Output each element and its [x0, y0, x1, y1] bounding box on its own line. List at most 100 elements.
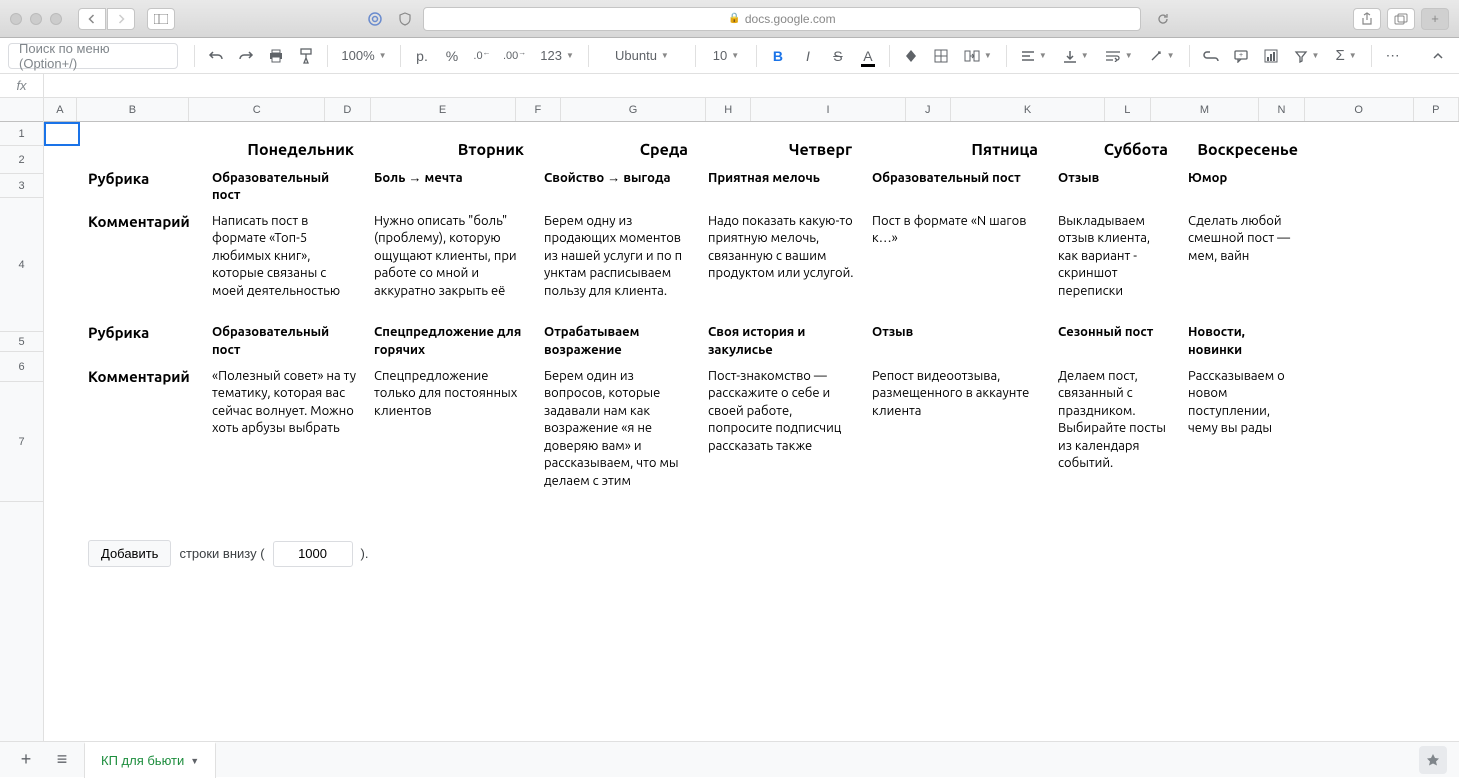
column-header[interactable]: C	[189, 98, 325, 121]
column-header[interactable]: M	[1151, 98, 1260, 121]
cell[interactable]: Образовательный пост	[864, 166, 1050, 209]
row-header[interactable]: 2	[0, 146, 43, 174]
column-header[interactable]: O	[1305, 98, 1414, 121]
insert-comment-button[interactable]: +	[1228, 43, 1254, 69]
cell[interactable]: Выкладываем отзыв клиента, как вариант -…	[1050, 209, 1180, 305]
tabs-button[interactable]	[1387, 8, 1415, 30]
merge-cells-dropdown[interactable]: ▼	[958, 43, 998, 69]
cell-label-rubric[interactable]: Рубрика	[80, 166, 204, 209]
active-cell-a1[interactable]	[44, 122, 80, 146]
explore-button[interactable]	[1419, 746, 1447, 774]
menu-search[interactable]: Поиск по меню (Option+/)	[8, 43, 178, 69]
filter-dropdown[interactable]: ▼	[1288, 43, 1326, 69]
grid-body[interactable]: A B C D E F G H I J K L M N O P Понедель…	[44, 98, 1459, 741]
cell[interactable]: Боль → мечта	[366, 166, 536, 209]
cell[interactable]: Рассказываем о новом поступлении, чему в…	[1180, 364, 1310, 495]
collapse-toolbar-button[interactable]	[1425, 43, 1451, 69]
cell[interactable]: Образовательный пост	[204, 320, 366, 363]
column-header[interactable]: D	[325, 98, 370, 121]
cell[interactable]: Юмор	[1180, 166, 1310, 209]
cell[interactable]: Спецпредложение только для постоянных кл…	[366, 364, 536, 495]
cell[interactable]: Свойство → выгода	[536, 166, 700, 209]
cell[interactable]: Надо показать какую-то приятную мелочь, …	[700, 209, 864, 305]
undo-button[interactable]	[203, 43, 229, 69]
row-header[interactable]: 4	[0, 198, 43, 332]
select-all-corner[interactable]	[0, 98, 43, 122]
minimize-window[interactable]	[30, 13, 42, 25]
cell[interactable]: Пост-знакомство — расскажите о себе и св…	[700, 364, 864, 495]
column-header[interactable]: B	[77, 98, 189, 121]
all-sheets-button[interactable]: ≡	[48, 746, 76, 774]
cell[interactable]: Написать пост в формате «Топ-5 любимых к…	[204, 209, 366, 305]
maximize-window[interactable]	[50, 13, 62, 25]
cell[interactable]: Новости, новинки	[1180, 320, 1310, 363]
cell-day-sun[interactable]: Воскресенье	[1180, 136, 1310, 166]
column-header[interactable]: H	[706, 98, 751, 121]
cell-label-comment[interactable]: Комментарий	[80, 364, 204, 495]
insert-chart-button[interactable]	[1258, 43, 1284, 69]
cell-day-tue[interactable]: Вторник	[366, 136, 536, 166]
close-window[interactable]	[10, 13, 22, 25]
formula-input[interactable]	[44, 74, 1459, 97]
column-header[interactable]: J	[906, 98, 951, 121]
row-header[interactable]: 7	[0, 382, 43, 502]
column-header[interactable]: N	[1259, 98, 1304, 121]
text-rotation-dropdown[interactable]: ▼	[1143, 43, 1181, 69]
row-header[interactable]: 6	[0, 352, 43, 382]
reload-button[interactable]	[1151, 8, 1175, 30]
cell-day-mon[interactable]: Понедельник	[204, 136, 366, 166]
number-format-dropdown[interactable]: 123▼	[534, 43, 580, 69]
cell[interactable]: Отрабатываем возражение	[536, 320, 700, 363]
privacy-icon[interactable]	[393, 8, 417, 30]
column-header[interactable]: I	[751, 98, 905, 121]
cell[interactable]: Берем один из вопросов, которые задавали…	[536, 364, 700, 495]
italic-button[interactable]: I	[795, 43, 821, 69]
cell[interactable]: Образовательный пост	[204, 166, 366, 209]
cell[interactable]: Спецпредложение для горячих	[366, 320, 536, 363]
cell[interactable]: Делаем пост, связанный с праздником. Выб…	[1050, 364, 1180, 495]
cell[interactable]: Нужно описать "боль" (проблему), которую…	[366, 209, 536, 305]
more-button[interactable]: ⋯	[1380, 43, 1406, 69]
functions-dropdown[interactable]: Σ▼	[1329, 43, 1362, 69]
cell[interactable]: Приятная мелочь	[700, 166, 864, 209]
cell[interactable]: Пост в формате «N шагов к…»	[864, 209, 1050, 305]
sheet-tab-active[interactable]: КП для бьюти ▼	[84, 742, 216, 778]
strikethrough-button[interactable]: S	[825, 43, 851, 69]
borders-button[interactable]	[928, 43, 954, 69]
cell-day-thu[interactable]: Четверг	[700, 136, 864, 166]
add-rows-button[interactable]: Добавить	[88, 540, 171, 567]
sidebar-toggle[interactable]	[147, 8, 175, 30]
row-header[interactable]: 3	[0, 174, 43, 198]
cell[interactable]	[80, 136, 204, 166]
share-button[interactable]	[1353, 8, 1381, 30]
print-button[interactable]	[263, 43, 289, 69]
text-color-button[interactable]: A	[855, 43, 881, 69]
column-header[interactable]: G	[561, 98, 706, 121]
redo-button[interactable]	[233, 43, 259, 69]
cell-label-rubric[interactable]: Рубрика	[80, 320, 204, 363]
cell[interactable]: Отзыв	[1050, 166, 1180, 209]
font-dropdown[interactable]: Ubuntu▼	[597, 43, 687, 69]
cell-label-comment[interactable]: Комментарий	[80, 209, 204, 305]
cell[interactable]: Репост видеоотзыва, размещенного в аккау…	[864, 364, 1050, 495]
cell-day-wed[interactable]: Среда	[536, 136, 700, 166]
v-align-dropdown[interactable]: ▼	[1057, 43, 1095, 69]
paint-format-button[interactable]	[293, 43, 319, 69]
h-align-dropdown[interactable]: ▼	[1015, 43, 1053, 69]
column-header[interactable]: E	[371, 98, 516, 121]
decrease-decimal-button[interactable]: .0←	[469, 43, 495, 69]
back-button[interactable]	[78, 8, 106, 30]
cell[interactable]: Берем одну из продающих моментов из наше…	[536, 209, 700, 305]
cell[interactable]: Своя история и закулисье	[700, 320, 864, 363]
add-sheet-button[interactable]: +	[12, 746, 40, 774]
cell[interactable]: Сезонный пост	[1050, 320, 1180, 363]
column-header[interactable]: L	[1105, 98, 1150, 121]
font-size-dropdown[interactable]: 10▼	[704, 43, 748, 69]
percent-format-button[interactable]: %	[439, 43, 465, 69]
cell[interactable]: «Полезный совет» на ту тематику, которая…	[204, 364, 366, 495]
add-rows-input[interactable]	[273, 541, 353, 567]
column-header[interactable]: F	[516, 98, 561, 121]
text-wrap-dropdown[interactable]: ▼	[1099, 43, 1139, 69]
currency-format-button[interactable]: р.	[409, 43, 435, 69]
column-header[interactable]: A	[44, 98, 77, 121]
